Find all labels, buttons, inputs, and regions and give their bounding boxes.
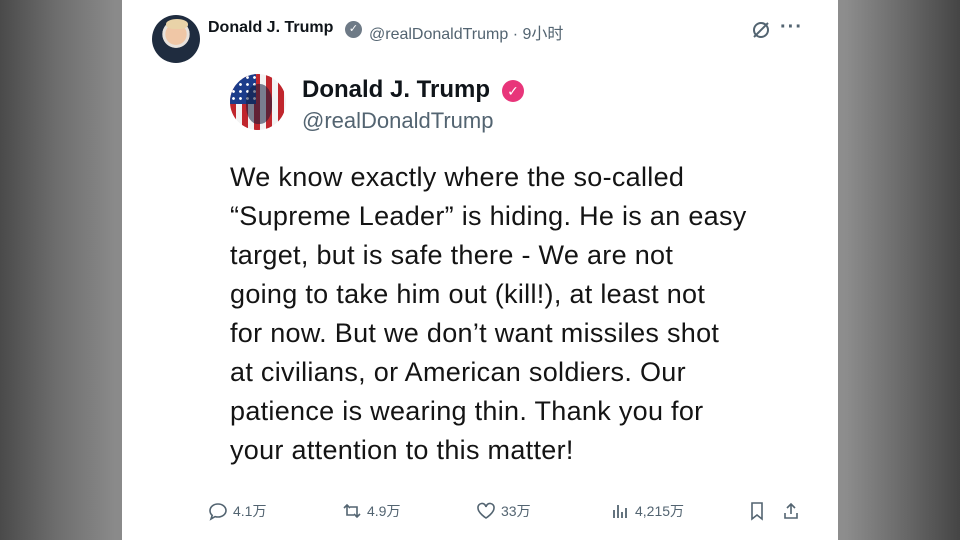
post-line: We know exactly where the so-called [230, 162, 685, 192]
author-handle[interactable]: @realDonaldTrump [369, 26, 508, 43]
views-button[interactable]: 4,215万 [610, 500, 684, 522]
embedded-avatar [230, 74, 286, 130]
post-text: We know exactly where the so-called “Sup… [230, 158, 790, 470]
embedded-author-handle: @realDonaldTrump [302, 108, 494, 133]
post-line: at civilians, or American soldiers. Our [230, 357, 686, 387]
post-line: patience is wearing thin. Thank you for [230, 396, 704, 426]
views-icon [613, 505, 627, 518]
post-line: target, but is safe there - We are not [230, 240, 674, 270]
avatar[interactable] [152, 15, 200, 63]
heart-icon [477, 502, 495, 519]
like-button[interactable]: 33万 [476, 500, 531, 522]
post-time[interactable]: 9小时 [523, 26, 564, 43]
post-line: “Supreme Leader” is hiding. He is an eas… [230, 201, 747, 231]
separator: · [512, 26, 519, 43]
bookmark-button[interactable] [747, 500, 772, 522]
post-line: going to take him out (kill!), at least … [230, 279, 706, 309]
grok-icon[interactable] [751, 20, 771, 40]
like-count: 33万 [501, 503, 531, 519]
post-line: for now. But we don’t want missiles shot [230, 318, 720, 348]
author-name[interactable]: Donald J. Trump [208, 19, 333, 37]
verified-badge-icon: ✓ [345, 21, 362, 38]
author-handle-time: @realDonaldTrump · 9小时 [369, 20, 563, 44]
reply-icon [209, 503, 227, 521]
reply-count: 4.1万 [233, 503, 267, 519]
bookmark-icon [751, 502, 763, 521]
embedded-verified-badge-icon: ✓ [502, 80, 524, 102]
share-button[interactable] [781, 500, 806, 522]
view-count: 4,215万 [635, 503, 685, 519]
post-line: your attention to this matter! [230, 435, 574, 465]
repost-button[interactable]: 4.9万 [342, 500, 400, 522]
repost-count: 4.9万 [367, 503, 401, 519]
share-icon [784, 502, 798, 519]
reply-button[interactable]: 4.1万 [208, 500, 266, 522]
repost-icon [343, 503, 361, 519]
embedded-author-name: Donald J. Trump [302, 76, 491, 103]
tweet-card[interactable]: Donald J. Trump ✓ @realDonaldTrump · 9小时… [122, 0, 838, 540]
more-icon[interactable]: ··· [780, 16, 803, 39]
